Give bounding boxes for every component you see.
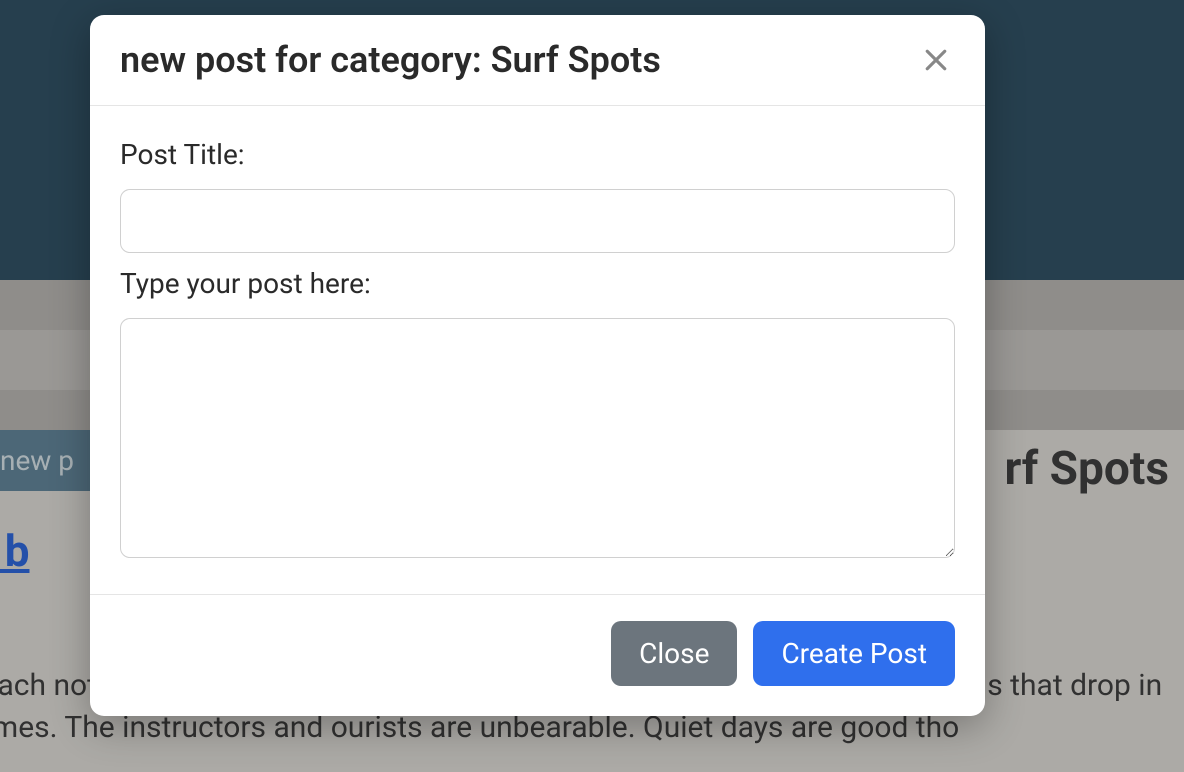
post-body-textarea[interactable] <box>120 318 955 558</box>
new-post-modal: new post for category: Surf Spots Post T… <box>90 15 985 716</box>
close-icon[interactable] <box>917 41 955 79</box>
modal-title: new post for category: Surf Spots <box>120 39 661 81</box>
create-post-button[interactable]: Create Post <box>753 621 955 686</box>
modal-body: Post Title: Type your post here: <box>90 106 985 594</box>
close-button[interactable]: Close <box>611 621 737 686</box>
modal-footer: Close Create Post <box>90 594 985 716</box>
post-title-label: Post Title: <box>120 138 955 171</box>
post-title-input[interactable] <box>120 189 955 253</box>
post-body-label: Type your post here: <box>120 267 955 300</box>
modal-header: new post for category: Surf Spots <box>90 15 985 106</box>
